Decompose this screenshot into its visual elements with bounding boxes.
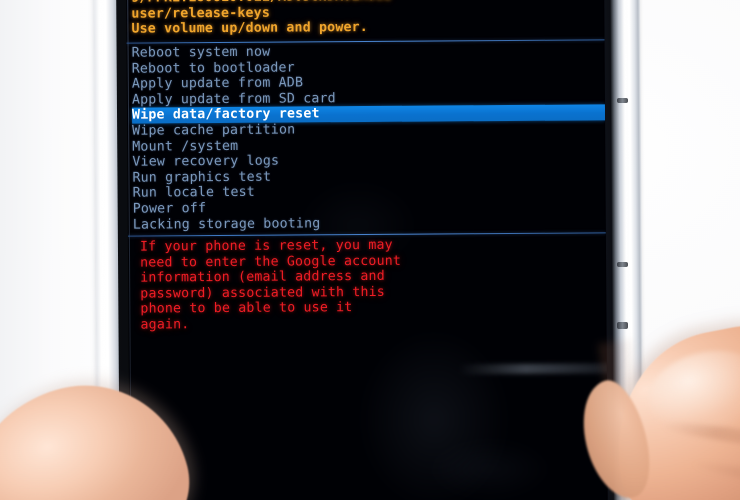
glass-reflection (358, 329, 510, 500)
recovery-menu[interactable]: Reboot system now Reboot to bootloader A… (132, 42, 606, 232)
android-recovery-screen[interactable]: Android Recovery samsung/a50xtc/a50 9/PP… (126, 0, 608, 500)
screenshot-stage: Android Recovery samsung/a50xtc/a50 9/PP… (0, 0, 740, 500)
glass-reflection (429, 438, 550, 500)
phone-side-button[interactable] (617, 98, 628, 103)
recovery-header-block: Android Recovery samsung/a50xtc/a50 9/PP… (131, 0, 600, 38)
warning-line: again. (140, 317, 190, 333)
phone-side-button[interactable] (617, 262, 628, 267)
menu-item-lacking-storage-booting[interactable]: Lacking storage booting (133, 214, 606, 233)
recovery-header-line: Use volume up/down and power. (131, 20, 368, 38)
glass-reflection-streak (458, 362, 608, 375)
phone-power-button[interactable] (617, 322, 628, 329)
recovery-warning-block: If your phone is reset, you may need to … (140, 237, 581, 334)
